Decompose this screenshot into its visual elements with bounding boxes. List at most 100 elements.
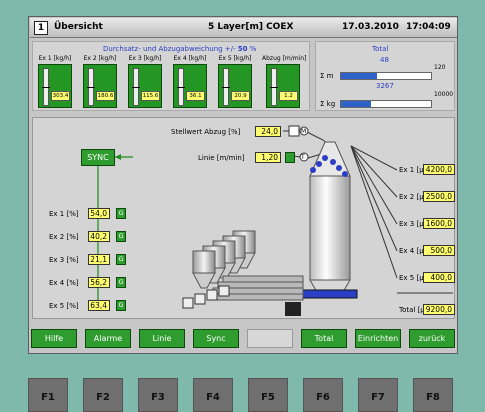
deviation-gauge	[177, 68, 185, 106]
deviation-heading: Durchsatz- und Abzugabweichung +/- 50 %	[103, 45, 256, 53]
linie-label: Linie [m/min]	[198, 154, 245, 162]
gauge-center-mark	[177, 87, 185, 88]
deviation-unit: %	[249, 45, 257, 53]
deviation-column-label: Ex 4 [kg/h]	[173, 55, 207, 62]
function-key-f5[interactable]: F5	[248, 378, 288, 412]
deviation-gauge	[270, 68, 278, 106]
deviation-column: Ex 5 [kg/h] 20.9	[218, 55, 252, 109]
deviation-column-label: Ex 1 [kg/h]	[38, 55, 72, 62]
t-symbol: T	[301, 154, 305, 161]
deviation-column: Ex 3 [kg/h] 115.6	[128, 55, 162, 109]
extruder-sync-toggle[interactable]: G	[116, 277, 126, 288]
function-key-f4[interactable]: F4	[193, 378, 233, 412]
deviation-gauge	[222, 68, 230, 106]
deviation-column-label: Abzug [m/min]	[262, 55, 307, 62]
hmi-screen: 1 Übersicht 5 Layer[m] COEX 17.03.2010 1…	[28, 16, 458, 354]
softkey-einrichten[interactable]: Einrichten	[355, 329, 401, 348]
function-key-f3[interactable]: F3	[138, 378, 178, 412]
linie-value[interactable]: 1,20	[255, 152, 281, 163]
function-key-f8[interactable]: F8	[413, 378, 453, 412]
deviation-indicator: 20.9	[218, 64, 252, 108]
total-length-max: 120	[434, 64, 446, 71]
extruder-speed-value[interactable]: 63,4	[88, 300, 110, 311]
deviation-value: 1.2	[279, 91, 298, 101]
total-mass-value: 3267	[376, 82, 394, 90]
m-symbol: M	[301, 128, 307, 135]
total-length-bar-fill	[341, 73, 377, 79]
function-key-f1[interactable]: F1	[28, 378, 68, 412]
total-length-bar	[340, 72, 432, 80]
deviation-column-label: Ex 2 [kg/h]	[83, 55, 117, 62]
deviation-value: 180.6	[96, 91, 115, 101]
deviation-percent: 50	[237, 45, 248, 53]
deviation-indicator: 115.6	[128, 64, 162, 108]
extruder-sync-toggle[interactable]: G	[116, 231, 126, 242]
function-key-f2[interactable]: F2	[83, 378, 123, 412]
sync-button[interactable]: SYNC	[81, 149, 115, 166]
total-length-value: 48	[380, 56, 389, 64]
extruder-sync-toggle[interactable]: G	[116, 300, 126, 311]
deviation-indicator: 1.2	[266, 64, 300, 108]
gauge-center-mark	[222, 87, 230, 88]
extruder-speed-value[interactable]: 40,2	[88, 231, 110, 242]
layer-thickness-value[interactable]: 2500,0	[423, 191, 455, 202]
function-key-f7[interactable]: F7	[358, 378, 398, 412]
deviation-column-label: Ex 3 [kg/h]	[128, 55, 162, 62]
linie-status-button[interactable]	[285, 152, 295, 163]
extruder-speed-value[interactable]: 21,1	[88, 254, 110, 265]
process-diagram: Stellwert Abzug [%] 24,0 Linie [m/min] 1…	[32, 117, 455, 319]
deviation-indicator: 180.6	[83, 64, 117, 108]
title-bar: 1 Übersicht 5 Layer[m] COEX 17.03.2010 1…	[30, 18, 457, 38]
total-length-label: Σ m	[320, 72, 334, 80]
deviation-value: 36.1	[186, 91, 205, 101]
total-thickness-value: 9200,0	[423, 304, 455, 315]
total-mass-bar	[340, 100, 432, 108]
layer-thickness-value[interactable]: 1600,0	[423, 218, 455, 229]
deviation-value: 115.6	[141, 91, 160, 101]
gauge-center-mark	[270, 87, 278, 88]
softkey-alarme[interactable]: Alarme	[85, 329, 131, 348]
deviation-column: Abzug [m/min] 1.2	[262, 55, 306, 109]
total-panel: Total 48 120 Σ m 3267 10000 Σ kg	[315, 41, 455, 111]
deviation-column-label: Ex 5 [kg/h]	[218, 55, 252, 62]
gauge-center-mark	[87, 87, 95, 88]
layer-thickness-value[interactable]: 400,0	[423, 272, 455, 283]
softkey-sync[interactable]: Sync	[193, 329, 239, 348]
total-mass-max: 10000	[434, 91, 454, 98]
layer-thickness-value[interactable]: 500,0	[423, 245, 455, 256]
date-display: 17.03.2010	[342, 22, 399, 32]
deviation-indicator: 36.1	[173, 64, 207, 108]
deviation-value: 303.4	[51, 91, 70, 101]
extruder-sync-toggle[interactable]: G	[116, 254, 126, 265]
extruder-speed-label: Ex 1 [%]	[49, 210, 79, 218]
function-key-f6[interactable]: F6	[303, 378, 343, 412]
deviation-column: Ex 4 [kg/h] 36.1	[173, 55, 207, 109]
layer-thickness-value[interactable]: 4200,0	[423, 164, 455, 175]
deviation-gauge	[42, 68, 50, 106]
empty-softkey[interactable]	[247, 329, 293, 348]
softkey-total[interactable]: Total	[301, 329, 347, 348]
softkey-zurck[interactable]: zurück	[409, 329, 455, 348]
extruder-sync-toggle[interactable]: G	[116, 208, 126, 219]
deviation-gauge	[132, 68, 140, 106]
softkey-linie[interactable]: Linie	[139, 329, 185, 348]
time-display: 17:04:09	[406, 22, 451, 32]
softkey-hilfe[interactable]: Hilfe	[31, 329, 77, 348]
deviation-value: 20.9	[231, 91, 250, 101]
screen-number-icon[interactable]: 1	[34, 21, 48, 35]
deviation-panel: Durchsatz- und Abzugabweichung +/- 50 % …	[32, 41, 310, 111]
deviation-column: Ex 1 [kg/h] 303.4	[38, 55, 72, 109]
stellwert-label: Stellwert Abzug [%]	[171, 128, 241, 136]
extruder-speed-label: Ex 2 [%]	[49, 233, 79, 241]
deviation-column: Ex 2 [kg/h] 180.6	[83, 55, 117, 109]
stellwert-value[interactable]: 24,0	[255, 126, 281, 137]
deviation-gauge	[87, 68, 95, 106]
total-mass-bar-fill	[341, 101, 371, 107]
extruder-speed-label: Ex 3 [%]	[49, 256, 79, 264]
total-title: Total	[372, 45, 389, 53]
gauge-center-mark	[132, 87, 140, 88]
extruder-speed-value[interactable]: 54,0	[88, 208, 110, 219]
deviation-indicator: 303.4	[38, 64, 72, 108]
extruder-speed-label: Ex 4 [%]	[49, 279, 79, 287]
extruder-speed-value[interactable]: 56,2	[88, 277, 110, 288]
